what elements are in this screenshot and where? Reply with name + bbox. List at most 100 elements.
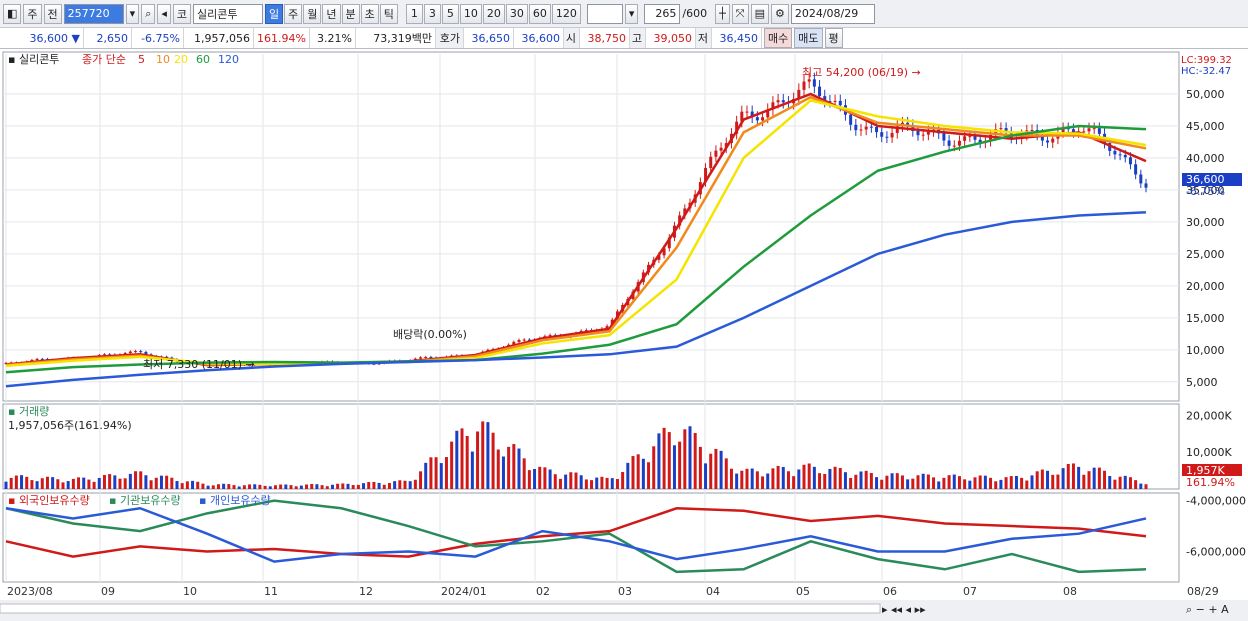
volume-bar [1077,466,1081,489]
volume-bar [263,485,267,489]
search-icon[interactable]: ⌕ [141,3,156,24]
period-button-2[interactable]: 월 [303,3,322,24]
price-tick-label-2: 40,000 [1186,152,1225,165]
volume-bar [465,435,469,489]
ma-legend-5: 5 [138,53,145,66]
gear-icon[interactable]: ⚙ [770,3,789,24]
volume-bar [1092,467,1096,489]
minute-button-3[interactable]: 10 [459,3,482,24]
volume-bar [113,475,117,489]
volume-bar [895,473,899,489]
volume-bar [341,483,345,489]
trade-amount: 73,319백만 [356,28,436,48]
volume-tick-0: 20,000K [1186,409,1232,422]
x-tick-label-0: 2023/08 [7,585,53,598]
candle-icon[interactable]: ┼ [715,3,730,24]
price-candle [1092,128,1096,130]
count-input[interactable]: 265 [644,3,681,24]
volume-bar [501,456,505,489]
chart-icon[interactable]: ▤ [750,3,769,24]
sell-button[interactable]: 매도 [794,28,823,48]
price-candle [134,351,138,353]
stock-name-field[interactable]: 실리콘투 [193,3,264,24]
stock-chart[interactable]: 50,00045,00040,00035,00030,00025,00020,0… [0,49,1248,621]
stock-code-input[interactable]: 257720 [63,3,124,24]
volume-bar [356,484,360,489]
minute-button-2[interactable]: 5 [441,3,459,24]
volume-bar [20,475,24,489]
volume-bar [740,470,744,489]
volume-bar [1144,484,1148,489]
volume-bar [216,484,220,489]
chart-mode-icon[interactable]: ◧ [3,3,22,24]
volume-bar [248,484,252,489]
volume-bar [963,479,967,489]
period-button-0[interactable]: 일 [265,3,284,24]
volume-value-label: 1,957,056주(161.94%) [8,419,132,432]
current-price: 36,600 ▼ [0,28,84,48]
scroll-controls-icon: ▸ ◂◂ ◂ ▸▸ [882,603,926,616]
volume-bar [211,485,215,489]
volume-bar [196,481,200,489]
volume-bar [926,474,930,489]
volume-bar [403,480,407,489]
ma-legend-20: 20 [174,53,188,66]
eval-button[interactable]: 평 [824,28,843,48]
volume-bar [455,430,459,489]
volume-bar [952,474,956,489]
volume-bar [900,475,904,489]
minute-button-5[interactable]: 30 [505,3,528,24]
period-button-5[interactable]: 초 [360,3,379,24]
x-tick-label-6: 02 [536,585,550,598]
crosshair-icon[interactable]: ⤧ [731,3,749,24]
price-candle [833,100,837,102]
volume-bar [149,480,153,489]
period-button-6[interactable]: 틱 [379,3,398,24]
volume-bar [610,478,614,489]
volume-bar [481,421,485,489]
last-volume-pct: 161.94% [1186,476,1235,489]
code-dropdown-icon[interactable]: ▾ [125,3,140,24]
minute-button-4[interactable]: 20 [482,3,505,24]
price-candle [1139,174,1143,184]
chart-type-select[interactable]: 코 [172,3,192,24]
period-button-1[interactable]: 주 [284,3,303,24]
volume-bar [527,470,531,489]
price-candle [1144,183,1148,188]
minute-button-7[interactable]: 120 [551,3,581,24]
market-select[interactable]: 주 [23,3,42,24]
volume-bar [678,441,682,489]
x-tick-label-4: 12 [359,585,373,598]
volume-bar [584,479,588,489]
high-label: 고 [630,28,646,48]
minute-button-0[interactable]: 1 [405,3,423,24]
speaker-icon[interactable]: ◂ [157,3,171,24]
prev-button[interactable]: 전 [43,3,62,24]
minute-input[interactable] [586,3,623,24]
minute-dropdown-icon[interactable]: ▾ [624,3,639,24]
price-tick-label-7: 15,000 [1186,312,1225,325]
volume-bar [51,477,55,489]
volume-bar [419,471,423,489]
volume-bar [201,483,205,489]
volume-bar [766,473,770,489]
minute-button-6[interactable]: 60 [528,3,551,24]
price-candle [1118,154,1122,156]
price-candle [812,79,816,87]
minute-button-1[interactable]: 3 [423,3,441,24]
date-input[interactable]: 2024/08/29 [790,3,875,24]
volume-bar [97,477,101,489]
period-button-4[interactable]: 분 [341,3,360,24]
buy-button[interactable]: 매수 [764,28,793,48]
price-candle [419,357,423,359]
volume-bar [424,462,428,489]
price-candle [963,136,967,141]
price-candle [424,356,428,358]
volume-bar [973,477,977,489]
volume-bar [139,471,143,489]
volume-bar [9,477,13,489]
period-button-3[interactable]: 년 [322,3,341,24]
volume-bar [761,476,765,489]
volume-bar [460,428,464,489]
low-price: 36,450 [712,28,762,48]
